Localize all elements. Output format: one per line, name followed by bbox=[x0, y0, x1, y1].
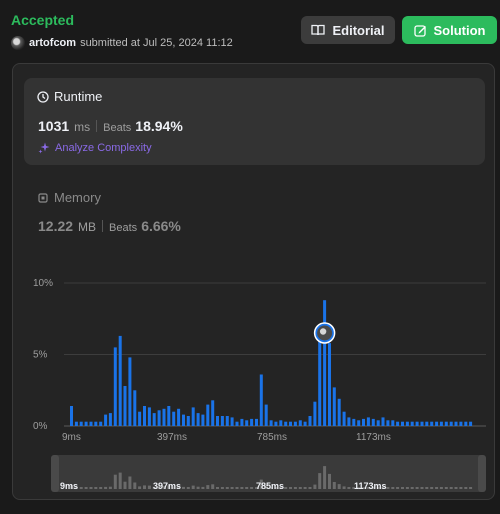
submission-status: Accepted bbox=[11, 12, 75, 28]
book-icon bbox=[311, 24, 326, 36]
divider bbox=[96, 120, 98, 132]
runtime-value: 1031 bbox=[38, 118, 70, 134]
memory-title[interactable]: Memory bbox=[37, 190, 101, 205]
memory-title-label: Memory bbox=[54, 190, 101, 205]
solution-label: Solution bbox=[433, 22, 486, 38]
analyze-label: Analyze Complexity bbox=[55, 142, 152, 154]
runtime-beats-value: 18.94% bbox=[135, 118, 183, 134]
submission-info: artofcom submitted at Jul 25, 2024 11:12 bbox=[11, 36, 233, 50]
editorial-button[interactable]: Editorial bbox=[301, 16, 395, 44]
runtime-title-label: Runtime bbox=[54, 89, 103, 104]
memory-metric: 12.22 MB Beats 6.66% bbox=[38, 218, 181, 234]
runtime-unit: ms bbox=[74, 120, 91, 134]
avatar[interactable] bbox=[11, 36, 25, 50]
clock-icon bbox=[37, 90, 49, 103]
editorial-label: Editorial bbox=[332, 22, 385, 38]
analyze-complexity-link[interactable]: Analyze Complexity bbox=[38, 142, 152, 154]
edit-icon bbox=[413, 24, 426, 37]
solution-button[interactable]: Solution bbox=[402, 16, 497, 44]
memory-beats-label: Beats bbox=[109, 222, 138, 234]
runtime-metric: 1031 ms Beats 18.94% bbox=[38, 118, 183, 134]
memory-beats-value: 6.66% bbox=[141, 218, 181, 234]
divider bbox=[102, 220, 104, 232]
chip-icon bbox=[38, 192, 48, 203]
submitted-at: submitted at Jul 25, 2024 11:12 bbox=[80, 37, 233, 49]
memory-value: 12.22 bbox=[38, 218, 74, 234]
username-link[interactable]: artofcom bbox=[29, 37, 76, 49]
sparkle-icon bbox=[38, 142, 50, 154]
memory-unit: MB bbox=[78, 220, 97, 234]
runtime-title: Runtime bbox=[37, 89, 102, 104]
runtime-beats-label: Beats bbox=[103, 122, 132, 134]
